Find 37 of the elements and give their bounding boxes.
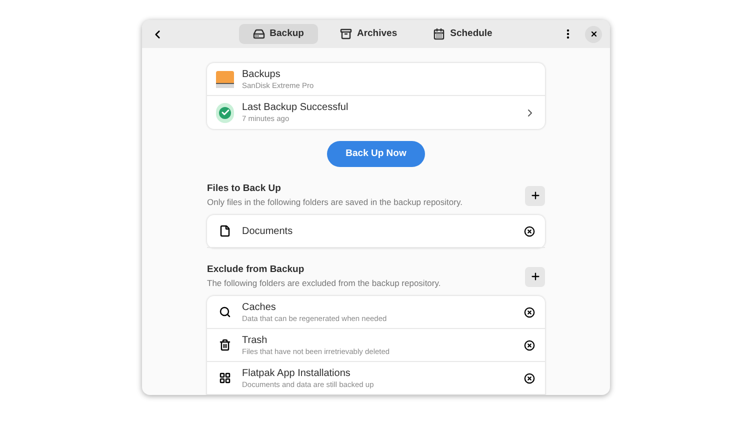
section-title: Exclude from Backup [207, 263, 306, 276]
tab[interactable]: Schedule [419, 24, 506, 44]
drive-icon [216, 70, 234, 88]
success-icon [216, 102, 234, 122]
close-button[interactable] [585, 26, 602, 42]
row-title: Trash [242, 334, 268, 346]
add-button[interactable] [525, 266, 545, 286]
tab[interactable]: Backup [238, 24, 318, 44]
add-button[interactable] [525, 186, 545, 206]
row-title: Documents [242, 224, 294, 238]
back-up-now-button[interactable]: Back Up Now [326, 141, 426, 167]
row-title: Backups [242, 68, 282, 80]
trash-icon [219, 339, 231, 351]
remove-icon [524, 340, 535, 350]
remove-icon [524, 372, 535, 384]
section-title: Files to Back Up [207, 182, 282, 195]
remove-button[interactable] [523, 224, 536, 238]
row-title: Last Backup Successful [242, 101, 350, 114]
search-icon [219, 306, 231, 318]
calendar-icon [433, 28, 446, 40]
remove-button[interactable] [523, 372, 536, 384]
section-description: The following folders are excluded from the backup repository. [207, 277, 442, 290]
remove-button[interactable] [523, 338, 536, 352]
plus-icon [530, 190, 540, 201]
tab[interactable]: Archives [326, 24, 412, 44]
plus-icon [530, 271, 540, 282]
remove-icon [524, 226, 535, 236]
drive-icon [252, 28, 265, 40]
grid-icon [219, 372, 231, 384]
archive-icon [340, 28, 352, 40]
section-description: Only files in the following folders are saved in the backup repository. [207, 196, 464, 209]
document-icon [219, 225, 231, 237]
row-title: Caches [242, 300, 277, 314]
close-icon [590, 30, 598, 38]
remove-button[interactable] [523, 306, 536, 318]
row-title: Flatpak App Installations [242, 366, 352, 380]
remove-icon [524, 306, 535, 318]
